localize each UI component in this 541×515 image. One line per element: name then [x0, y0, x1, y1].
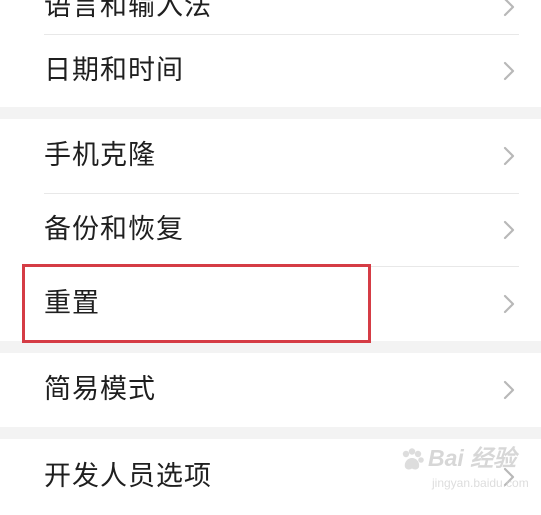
- settings-item-label: 备份和恢复: [44, 214, 184, 245]
- settings-group-backup: 手机克隆 备份和恢复 重置: [0, 119, 541, 341]
- settings-group-developer: 开发人员选项: [0, 439, 541, 505]
- chevron-right-icon: [501, 219, 517, 241]
- settings-item-simple-mode[interactable]: 简易模式: [0, 353, 541, 427]
- section-gap: [0, 107, 541, 119]
- chevron-right-icon: [501, 293, 517, 315]
- chevron-right-icon: [501, 379, 517, 401]
- settings-page: 语言和输入法 日期和时间 手机克隆 备份和恢复 重置 简易模式 开发人员选项 B…: [0, 0, 541, 505]
- settings-item-label: 日期和时间: [44, 55, 184, 86]
- settings-item-label: 手机克隆: [44, 140, 156, 171]
- settings-item-backup-restore[interactable]: 备份和恢复: [0, 194, 541, 266]
- chevron-right-icon: [501, 145, 517, 167]
- settings-item-date-time[interactable]: 日期和时间: [0, 35, 541, 107]
- settings-item-developer-options[interactable]: 开发人员选项: [0, 439, 541, 515]
- settings-item-phone-clone[interactable]: 手机克隆: [0, 119, 541, 193]
- section-gap: [0, 427, 541, 439]
- settings-item-label: 开发人员选项: [44, 461, 212, 492]
- settings-item-label: 重置: [44, 288, 100, 319]
- settings-item-label: 语言和输入法: [44, 0, 212, 22]
- settings-item-label: 简易模式: [44, 374, 156, 405]
- settings-group-system: 语言和输入法 日期和时间: [0, 0, 541, 107]
- section-gap: [0, 341, 541, 353]
- chevron-right-icon: [501, 0, 517, 18]
- settings-item-reset[interactable]: 重置: [0, 267, 541, 341]
- chevron-right-icon: [501, 466, 517, 488]
- chevron-right-icon: [501, 60, 517, 82]
- settings-group-mode: 简易模式: [0, 353, 541, 427]
- settings-item-language-input[interactable]: 语言和输入法: [0, 0, 541, 34]
